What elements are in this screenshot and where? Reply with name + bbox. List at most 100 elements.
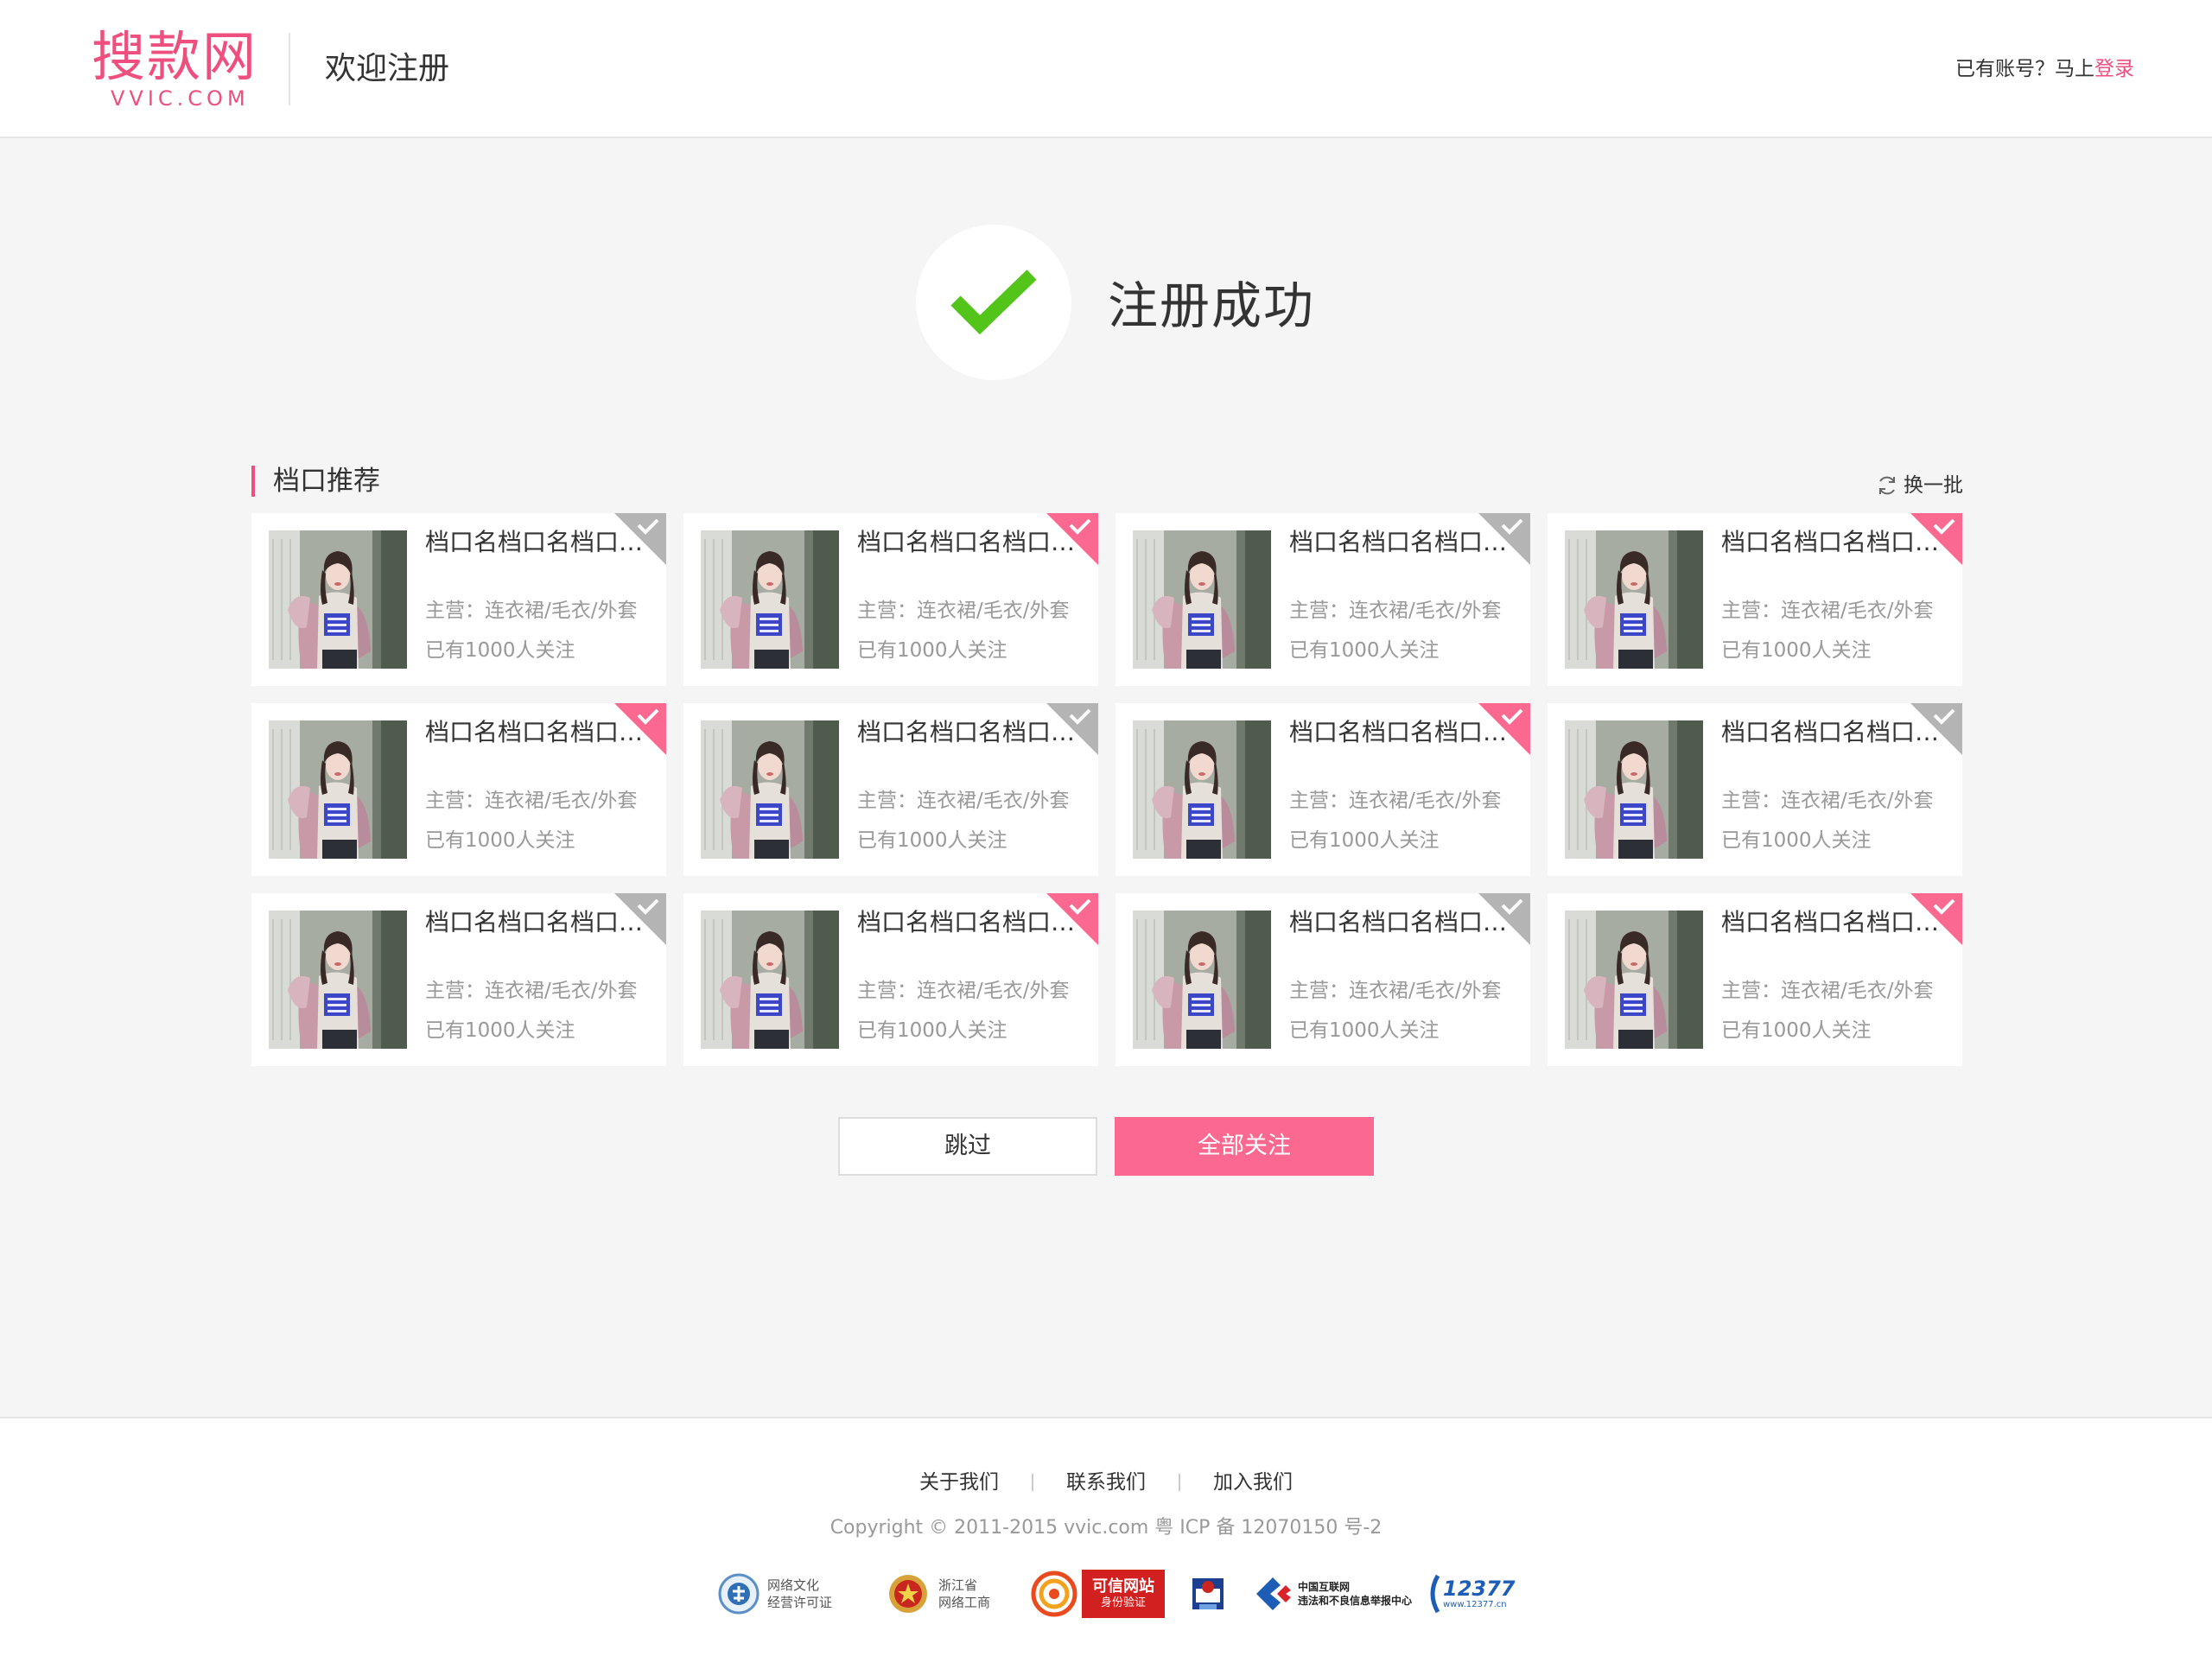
aic-badge[interactable]: 浙江省 网络工商 [887, 1565, 999, 1622]
store-follower-count: 已有1000人关注 [857, 639, 1007, 662]
store-card[interactable]: 档口名档口名档口名档口名 主营：连衣裙/毛衣/外套 已有1000人关注 [251, 703, 666, 876]
store-photo [1565, 911, 1703, 1049]
select-corner-checked[interactable] [1046, 893, 1098, 945]
logo-chinese-text: 搜款网 [92, 25, 258, 88]
login-link[interactable]: 登录 [2094, 58, 2134, 80]
store-card[interactable]: 档口名档口名档口名档口名 主营：连衣裙/毛衣/外套 已有1000人关注 [251, 893, 666, 1066]
check-icon [950, 270, 1037, 335]
report-badge-line1: 中国互联网 [1298, 1581, 1351, 1593]
store-main-category: 主营：连衣裙/毛衣/外套 [1721, 790, 1934, 812]
culture-license-badge[interactable]: 网络文化 经营许可证 [717, 1565, 847, 1622]
select-corner-unchecked[interactable] [1478, 893, 1530, 945]
store-main-category: 主营：连衣裙/毛衣/外套 [1721, 980, 1934, 1002]
store-follower-count: 已有1000人关注 [1289, 639, 1440, 662]
store-photo [1565, 720, 1703, 859]
success-badge [916, 225, 1071, 380]
store-photo [269, 911, 407, 1049]
store-card[interactable]: 档口名档口名档口名档口名 主营：连衣裙/毛衣/外套 已有1000人关注 [1548, 703, 1962, 876]
hotline-url: www.12377.cn [1443, 1600, 1507, 1609]
page-footer: 关于我们 联系我们 加入我们 Copyright © 2011-2015 vvi… [0, 1417, 2212, 1669]
report-center-icon [1256, 1577, 1291, 1610]
store-main-category: 主营：连衣裙/毛衣/外套 [1289, 980, 1502, 1002]
footer-link-contact[interactable]: 联系我们 [1033, 1467, 1179, 1498]
store-card[interactable]: 档口名档口名档口名档口名 主营：连衣裙/毛衣/外套 已有1000人关注 [683, 513, 1098, 686]
national-emblem-icon [889, 1575, 927, 1613]
select-corner-unchecked[interactable] [614, 513, 666, 565]
footer-link-join[interactable]: 加入我们 [1180, 1467, 1325, 1498]
store-follower-count: 已有1000人关注 [1721, 639, 1872, 662]
store-follower-count: 已有1000人关注 [1289, 829, 1440, 852]
refresh-label: 换一批 [1904, 474, 1963, 497]
skip-button[interactable]: 跳过 [838, 1117, 1097, 1176]
select-corner-unchecked[interactable] [1910, 703, 1962, 755]
store-photo [1133, 530, 1271, 669]
page-title: 欢迎注册 [325, 51, 450, 86]
store-card[interactable]: 档口名档口名档口名档口名 主营：连衣裙/毛衣/外套 已有1000人关注 [1116, 513, 1530, 686]
store-card[interactable]: 档口名档口名档口名档口名 主营：连衣裙/毛衣/外套 已有1000人关注 [683, 703, 1098, 876]
store-photo [701, 911, 839, 1049]
store-card[interactable]: 档口名档口名档口名档口名 主营：连衣裙/毛衣/外套 已有1000人关注 [251, 513, 666, 686]
store-card[interactable]: 档口名档口名档口名档口名 主营：连衣裙/毛衣/外套 已有1000人关注 [1548, 893, 1962, 1066]
store-card[interactable]: 档口名档口名档口名档口名 主营：连衣裙/毛衣/外套 已有1000人关注 [1548, 513, 1962, 686]
store-photo [1133, 911, 1271, 1049]
store-main-category: 主营：连衣裙/毛衣/外套 [857, 600, 1070, 622]
trusted-badge-line2: 身份验证 [1100, 1596, 1146, 1609]
store-main-category: 主营：连衣裙/毛衣/外套 [1289, 600, 1502, 622]
copyright-text: Copyright © 2011-2015 vvic.com 粤 ICP 备 1… [830, 1517, 1382, 1539]
store-photo [701, 720, 839, 859]
store-photo [1133, 720, 1271, 859]
store-photo [269, 530, 407, 669]
store-photo [269, 720, 407, 859]
follow-all-button[interactable]: 全部关注 [1115, 1117, 1374, 1176]
select-corner-unchecked[interactable] [1478, 513, 1530, 565]
store-main-category: 主营：连衣裙/毛衣/外套 [857, 980, 1070, 1002]
store-main-category: 主营：连衣裙/毛衣/外套 [1721, 600, 1934, 622]
login-prompt-text: 已有账号？马上 [1955, 58, 2094, 80]
vvic-logo[interactable]: 搜款网 VVIC.COM [92, 26, 264, 112]
store-photo [1565, 530, 1703, 669]
login-prompt: 已有账号？马上登录 [1955, 54, 2134, 85]
select-corner-unchecked[interactable] [614, 893, 666, 945]
store-main-category: 主营：连衣裙/毛衣/外套 [857, 790, 1070, 812]
store-follower-count: 已有1000人关注 [425, 639, 575, 662]
report-center-badge[interactable]: 中国互联网 违法和不良信息举报中心 [1251, 1565, 1415, 1622]
trusted-site-badge[interactable]: 可信网站 身份验证 [1030, 1565, 1168, 1622]
store-main-category: 主营：连衣裙/毛衣/外套 [425, 790, 638, 812]
store-follower-count: 已有1000人关注 [857, 1019, 1007, 1042]
select-corner-checked[interactable] [614, 703, 666, 755]
certification-badges: 网络文化 经营许可证 浙江省 网络工商 可信网站 身份验证 中国互联网 违法和不… [717, 1565, 1529, 1626]
store-follower-count: 已有1000人关注 [1721, 829, 1872, 852]
store-follower-count: 已有1000人关注 [857, 829, 1007, 852]
hotline-number: 12377 [1443, 1577, 1516, 1601]
police-badge[interactable] [1184, 1565, 1236, 1622]
store-photo [701, 530, 839, 669]
store-card[interactable]: 档口名档口名档口名档口名 主营：连衣裙/毛衣/外套 已有1000人关注 [1116, 893, 1530, 1066]
culture-emblem-icon [718, 1573, 760, 1615]
store-follower-count: 已有1000人关注 [1721, 1019, 1872, 1042]
culture-badge-line1: 网络文化 [767, 1577, 820, 1593]
page-header: 搜款网 VVIC.COM 欢迎注册 已有账号？马上登录 [0, 0, 2212, 138]
store-card[interactable]: 档口名档口名档口名档口名 主营：连衣裙/毛衣/外套 已有1000人关注 [1116, 703, 1530, 876]
culture-badge-line2: 经营许可证 [767, 1595, 833, 1610]
footer-links: 关于我们 联系我们 加入我们 [0, 1467, 2212, 1498]
trusted-swirl-icon [1031, 1571, 1077, 1617]
phone-curve-icon [1430, 1574, 1440, 1614]
store-main-category: 主营：连衣裙/毛衣/外套 [425, 600, 638, 622]
store-card[interactable]: 档口名档口名档口名档口名 主营：连衣裙/毛衣/外套 已有1000人关注 [683, 893, 1098, 1066]
section-title: 档口推荐 [273, 466, 380, 497]
section-accent-bar [251, 466, 255, 497]
select-corner-checked[interactable] [1910, 893, 1962, 945]
select-corner-checked[interactable] [1046, 513, 1098, 565]
select-corner-checked[interactable] [1478, 703, 1530, 755]
header-divider [289, 33, 290, 105]
footer-link-about[interactable]: 关于我们 [887, 1467, 1032, 1498]
store-follower-count: 已有1000人关注 [1289, 1019, 1440, 1042]
refresh-icon [1879, 476, 1895, 495]
trusted-badge-line1: 可信网站 [1092, 1577, 1154, 1596]
police-shield-icon [1192, 1578, 1224, 1609]
select-corner-unchecked[interactable] [1046, 703, 1098, 755]
select-corner-checked[interactable] [1910, 513, 1962, 565]
report-badge-line2: 违法和不良信息举报中心 [1298, 1595, 1413, 1607]
refresh-button[interactable]: 换一批 [1876, 472, 1963, 499]
hotline-badge[interactable]: 12377 www.12377.cn [1426, 1565, 1521, 1622]
